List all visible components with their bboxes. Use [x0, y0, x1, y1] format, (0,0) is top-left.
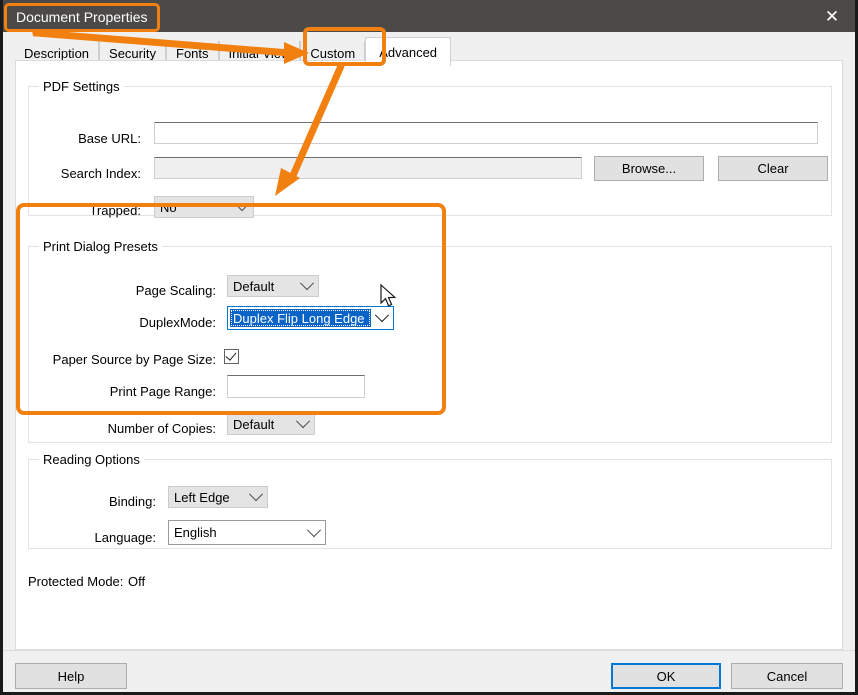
- annotation-callout-document-properties: Document Properties: [4, 3, 160, 32]
- group-reading-options-label: Reading Options: [39, 452, 144, 467]
- binding-combobox[interactable]: Left Edge: [168, 486, 268, 508]
- footer-separator: [3, 650, 855, 651]
- language-value: English: [174, 525, 217, 540]
- document-properties-dialog: ✕ Description Security Fonts Initial Vie…: [0, 0, 858, 695]
- group-pdf-settings-label: PDF Settings: [39, 79, 124, 94]
- help-button[interactable]: Help: [15, 663, 127, 689]
- protected-mode-value: Off: [128, 574, 146, 589]
- chevron-down-icon: [245, 487, 267, 502]
- ok-button[interactable]: OK: [611, 663, 721, 689]
- annotation-highlight-advanced-tab: [303, 27, 386, 66]
- clear-button[interactable]: Clear: [718, 156, 828, 181]
- chevron-down-icon: [303, 522, 325, 538]
- number-of-copies-combobox[interactable]: Default: [227, 413, 315, 435]
- binding-label: Binding:: [109, 494, 156, 509]
- number-of-copies-value: Default: [233, 416, 275, 432]
- number-of-copies-label: Number of Copies:: [107, 421, 216, 436]
- search-index-input[interactable]: [154, 157, 582, 179]
- close-icon[interactable]: ✕: [809, 0, 855, 32]
- base-url-label: Base URL:: [78, 131, 141, 146]
- language-combobox[interactable]: English: [168, 520, 326, 545]
- cancel-button[interactable]: Cancel: [731, 663, 843, 689]
- protected-mode-label: Protected Mode:: [28, 574, 124, 589]
- annotation-highlight-print-dialog-presets: [16, 203, 446, 415]
- binding-value: Left Edge: [174, 489, 230, 505]
- base-url-input[interactable]: [154, 122, 818, 144]
- search-index-label: Search Index:: [60, 166, 141, 181]
- group-pdf-settings: PDF Settings: [28, 79, 832, 216]
- language-label: Language:: [94, 530, 156, 545]
- chevron-down-icon: [292, 414, 314, 429]
- browse-button[interactable]: Browse...: [594, 156, 704, 181]
